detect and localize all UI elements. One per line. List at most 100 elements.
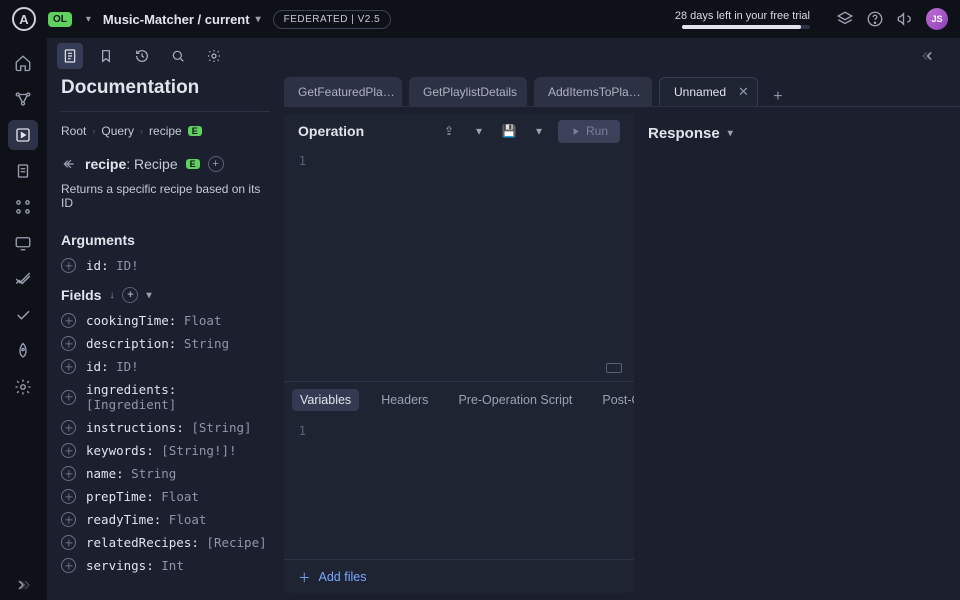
- search-icon[interactable]: [165, 43, 191, 69]
- rail-settings-icon[interactable]: [8, 372, 38, 402]
- field-row[interactable]: description: String: [61, 336, 270, 351]
- brand-logo[interactable]: A: [12, 7, 36, 31]
- entity-description: Returns a specific recipe based on its I…: [61, 182, 270, 210]
- operation-editor[interactable]: 1: [284, 148, 634, 381]
- new-tab-button[interactable]: +: [765, 88, 791, 106]
- megaphone-icon[interactable]: [896, 10, 914, 28]
- add-field-icon[interactable]: [61, 512, 76, 527]
- project-selector[interactable]: Music-Matcher / current ▾: [103, 12, 261, 27]
- arguments-heading: Arguments: [61, 232, 270, 248]
- operation-tab[interactable]: GetPlaylistDetails: [409, 77, 527, 106]
- history-icon[interactable]: [129, 43, 155, 69]
- chevron-down-icon[interactable]: ▾: [528, 120, 550, 142]
- collapse-sidebar-icon[interactable]: [916, 43, 942, 69]
- variables-tab[interactable]: Post-Operation Script: [594, 389, 634, 411]
- run-button[interactable]: Run: [558, 120, 620, 143]
- close-icon[interactable]: ✕: [738, 84, 749, 100]
- chevron-down-icon[interactable]: ▾: [146, 290, 151, 301]
- rail-insights-icon[interactable]: [8, 264, 38, 294]
- chevron-down-icon[interactable]: ▾: [468, 120, 490, 142]
- add-field-icon[interactable]: [61, 466, 76, 481]
- response-column: Response ▾: [634, 107, 960, 600]
- variables-editor[interactable]: 1: [284, 418, 634, 559]
- operation-title: Operation: [298, 123, 430, 139]
- rail-launches-icon[interactable]: [8, 336, 38, 366]
- breadcrumb: Root › Query › recipe E: [61, 124, 270, 138]
- variables-tab[interactable]: Headers: [373, 389, 436, 411]
- rail-expand-icon[interactable]: [8, 570, 38, 600]
- help-icon[interactable]: [866, 10, 884, 28]
- rail-schema-icon[interactable]: [8, 84, 38, 114]
- rail-clients-icon[interactable]: [8, 228, 38, 258]
- add-files-button[interactable]: ＋ Add files: [284, 559, 634, 593]
- field-row[interactable]: cookingTime: Float: [61, 313, 270, 328]
- add-field-icon[interactable]: [61, 443, 76, 458]
- field-row[interactable]: keywords: [String!]!: [61, 443, 270, 458]
- save-icon[interactable]: 💾: [498, 120, 520, 142]
- main: Documentation Root › Query › recipe E re…: [0, 38, 960, 600]
- rail-clipboard-icon[interactable]: [8, 156, 38, 186]
- variables-tabs: Variables Headers Pre-Operation Script Post…: [284, 382, 634, 418]
- line-number: 1: [284, 424, 316, 553]
- operation-tab[interactable]: Unnamed✕: [659, 77, 758, 106]
- rail-subgraphs-icon[interactable]: [8, 192, 38, 222]
- add-field-icon[interactable]: [61, 336, 76, 351]
- keyboard-hint-icon[interactable]: [606, 363, 622, 373]
- add-entity-icon[interactable]: +: [208, 156, 224, 172]
- plus-icon: ＋: [298, 567, 311, 586]
- field-row[interactable]: id: ID!: [61, 359, 270, 374]
- field-row[interactable]: ingredients: [Ingredient]: [61, 382, 270, 412]
- rail-checks-icon[interactable]: [8, 300, 38, 330]
- rail-home-icon[interactable]: [8, 48, 38, 78]
- avatar[interactable]: JS: [926, 8, 948, 30]
- docs-tab-icon[interactable]: [57, 43, 83, 69]
- line-number: 1: [284, 154, 316, 375]
- chevron-down-icon[interactable]: ▾: [86, 14, 91, 25]
- chevron-right-icon: ›: [140, 126, 143, 136]
- federation-pill: FEDERATED | V2.5: [273, 10, 392, 29]
- entity-type: Recipe: [134, 156, 178, 172]
- field-row[interactable]: servings: Int: [61, 558, 270, 573]
- crumb-root[interactable]: Root: [61, 124, 86, 138]
- add-field-icon[interactable]: [61, 535, 76, 550]
- trial-status: 28 days left in your free trial: [675, 10, 810, 29]
- variables-tab[interactable]: Pre-Operation Script: [450, 389, 580, 411]
- operation-tab[interactable]: AddItemsToPla…: [534, 77, 652, 106]
- share-icon[interactable]: ⇪: [438, 120, 460, 142]
- field-row[interactable]: name: String: [61, 466, 270, 481]
- entity-badge: E: [188, 126, 202, 136]
- rail-explorer-icon[interactable]: [8, 120, 38, 150]
- add-field-icon[interactable]: [61, 420, 76, 435]
- chevron-down-icon: ▾: [728, 128, 733, 139]
- field-row[interactable]: instructions: [String]: [61, 420, 270, 435]
- field-row[interactable]: relatedRecipes: [Recipe]: [61, 535, 270, 550]
- response-title[interactable]: Response ▾: [648, 125, 946, 142]
- add-field-icon[interactable]: [61, 359, 76, 374]
- entity-badge: E: [186, 159, 200, 169]
- field-row[interactable]: readyTime: Float: [61, 512, 270, 527]
- add-argument-icon[interactable]: [61, 258, 76, 273]
- operation-tab[interactable]: GetFeaturedPla…: [284, 77, 402, 106]
- argument-row[interactable]: id: ID!: [61, 258, 270, 273]
- org-badge[interactable]: OL: [48, 12, 72, 27]
- bookmark-icon[interactable]: [93, 43, 119, 69]
- nav-rail: [0, 38, 47, 600]
- variables-panel: Variables Headers Pre-Operation Script Post…: [284, 381, 634, 593]
- chevron-down-icon: ▾: [256, 14, 261, 25]
- crumb-query[interactable]: Query: [101, 124, 134, 138]
- variables-tab[interactable]: Variables: [292, 389, 359, 411]
- add-field-icon[interactable]: [61, 489, 76, 504]
- trial-text: 28 days left in your free trial: [675, 10, 810, 22]
- add-field-icon[interactable]: [61, 390, 76, 405]
- field-row[interactable]: prepTime: Float: [61, 489, 270, 504]
- graph-icon[interactable]: [836, 10, 854, 28]
- project-path: Music-Matcher / current: [103, 12, 250, 27]
- back-arrow-icon[interactable]: [61, 156, 77, 172]
- sort-icon[interactable]: ↓: [109, 290, 114, 301]
- add-field-icon[interactable]: [61, 558, 76, 573]
- add-field-icon[interactable]: +: [122, 287, 138, 303]
- operation-column: Operation ⇪ ▾ 💾 ▾ Run 1: [284, 114, 634, 593]
- gear-icon[interactable]: [201, 43, 227, 69]
- doc-title: Documentation: [61, 77, 270, 112]
- add-field-icon[interactable]: [61, 313, 76, 328]
